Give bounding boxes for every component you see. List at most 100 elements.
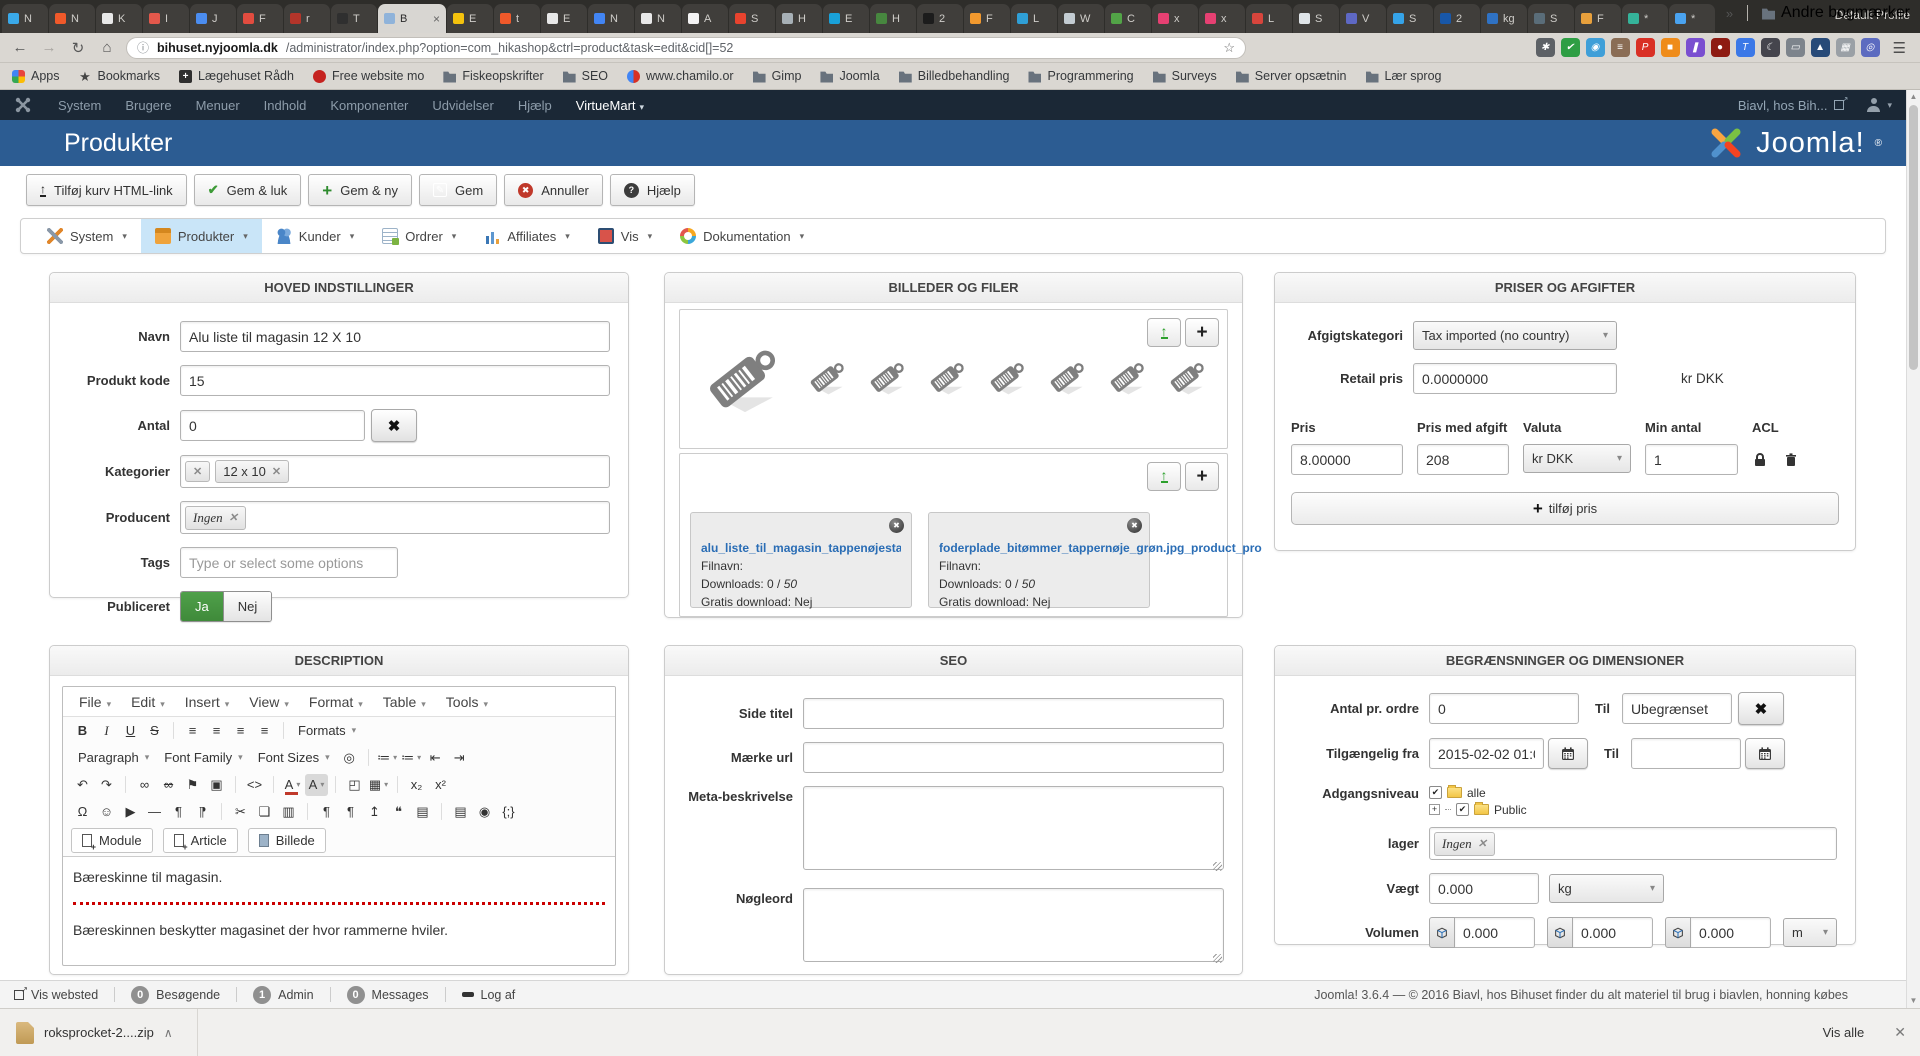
browser-tab[interactable]: N — [635, 4, 681, 33]
font-sizes-dropdown[interactable]: Font Sizes — [251, 747, 337, 769]
browser-tab[interactable]: B × — [378, 4, 446, 33]
admin-menu-virtuemart[interactable]: VirtueMart — [564, 98, 656, 113]
browser-tab[interactable]: C — [1105, 4, 1151, 33]
browser-tab[interactable]: T — [331, 4, 377, 33]
font-family-dropdown[interactable]: Font Family — [157, 747, 249, 769]
toolbar-separator[interactable] — [221, 803, 222, 820]
preview-icon[interactable]: ◉ — [473, 801, 496, 823]
tree-item-alle[interactable]: alle — [1429, 784, 1527, 801]
gear-icon[interactable]: ✱ — [1536, 38, 1555, 57]
browser-tab[interactable]: L — [1011, 4, 1057, 33]
ltr-icon[interactable]: ¶ — [167, 801, 190, 823]
outdent-icon[interactable]: ⇤ — [424, 747, 447, 769]
translate-icon[interactable]: T — [1736, 38, 1755, 57]
subscript-icon[interactable]: x₂ — [405, 774, 428, 796]
browser-tab[interactable]: S — [729, 4, 775, 33]
bookmark-item[interactable]: Server opsætnin — [1236, 69, 1347, 83]
browser-tab[interactable]: H — [870, 4, 916, 33]
superscript-icon[interactable]: x² — [429, 774, 452, 796]
page-info-icon[interactable]: ⓘ — [137, 39, 149, 56]
browser-tab[interactable]: F — [237, 4, 283, 33]
bookmark-item[interactable]: Bookmarks — [79, 69, 161, 83]
logout-link[interactable]: Log af — [462, 988, 516, 1002]
box-icon[interactable]: ■ — [1661, 38, 1680, 57]
tools-menu[interactable]: Tools — [436, 694, 498, 710]
browser-tab[interactable]: K — [96, 4, 142, 33]
browser-tab[interactable]: S — [1387, 4, 1433, 33]
browser-tab[interactable]: E — [541, 4, 587, 33]
bookmark-item[interactable]: Surveys — [1153, 69, 1217, 83]
numbered-list-icon[interactable]: ≔ — [400, 747, 423, 769]
resize-grip-icon[interactable] — [1213, 954, 1222, 963]
paragraph-mark2-icon[interactable]: ¶ — [339, 801, 362, 823]
bullet-list-icon[interactable]: ≔ — [376, 747, 399, 769]
add-cart-html-link-button[interactable]: Tilføj kurv HTML-link — [26, 174, 187, 206]
checkbox-checked[interactable] — [1456, 803, 1469, 816]
calendar-icon[interactable] — [1548, 738, 1588, 769]
retail-price-input[interactable] — [1413, 363, 1617, 394]
remove-file-icon[interactable] — [1127, 518, 1142, 533]
toolbar-separator[interactable] — [307, 803, 308, 820]
tags-input[interactable] — [180, 547, 398, 578]
volume-input[interactable] — [1691, 917, 1771, 948]
module-button[interactable]: Module — [71, 828, 153, 853]
blockquote-icon[interactable]: ❝ — [387, 801, 410, 823]
volume-unit-select[interactable]: m — [1783, 918, 1837, 947]
browser-tab[interactable]: t — [494, 4, 540, 33]
source-code-icon[interactable]: <> — [243, 774, 266, 796]
menu-documentation[interactable]: Dokumentation — [666, 219, 818, 253]
browser-tab[interactable]: S — [1528, 4, 1574, 33]
toolbar-separator[interactable] — [273, 776, 274, 793]
tree-item-public[interactable]: Public — [1429, 801, 1527, 818]
toolbar-separator[interactable] — [235, 776, 236, 793]
shield-icon[interactable]: ▲ — [1811, 38, 1830, 57]
product-image-thumbnail[interactable] — [925, 356, 972, 396]
eye-icon[interactable]: ◎ — [1861, 38, 1880, 57]
align-justify-icon[interactable]: ≡ — [253, 720, 276, 742]
image-icon[interactable]: ▣ — [205, 774, 228, 796]
record-icon[interactable]: ● — [1711, 38, 1730, 57]
calendar-icon[interactable] — [1745, 738, 1785, 769]
template-icon[interactable]: ▤ — [411, 801, 434, 823]
save-close-button[interactable]: Gem & luk — [194, 174, 302, 206]
admin-menu-item[interactable]: Menuer — [184, 98, 252, 113]
upload-icon[interactable]: ↥ — [363, 801, 386, 823]
paragraph-mark-icon[interactable]: ¶ — [315, 801, 338, 823]
media-icon[interactable]: ▶ — [119, 801, 142, 823]
browser-tab[interactable]: W — [1058, 4, 1104, 33]
product-code-input[interactable] — [180, 365, 610, 396]
indent-icon[interactable]: ⇥ — [448, 747, 471, 769]
pdf-icon[interactable]: P — [1636, 38, 1655, 57]
edit-menu[interactable]: Edit — [121, 694, 175, 710]
bookmark-item[interactable]: Free website mo — [313, 69, 424, 83]
browser-tab[interactable]: 2 — [917, 4, 963, 33]
check-icon[interactable]: ✔ — [1561, 38, 1580, 57]
meta-description-textarea[interactable] — [803, 786, 1224, 870]
align-left-icon[interactable]: ≡ — [181, 720, 204, 742]
home-icon[interactable]: ⌂ — [97, 39, 117, 56]
product-image-thumbnail[interactable] — [1045, 356, 1092, 396]
horizontal-rule-icon[interactable]: — — [143, 801, 166, 823]
bookmark-item[interactable]: Lægehuset Rådh — [179, 69, 294, 83]
forward-icon[interactable]: → — [39, 39, 59, 56]
quantity-input[interactable] — [180, 410, 365, 441]
scroll-up-icon[interactable] — [1907, 91, 1920, 103]
browser-tab[interactable]: J — [190, 4, 236, 33]
bookmark-item[interactable]: Apps — [12, 69, 60, 83]
page-title-input[interactable] — [803, 698, 1224, 729]
brand-url-input[interactable] — [803, 742, 1224, 773]
browser-tab[interactable]: N — [588, 4, 634, 33]
paragraph-dropdown[interactable]: Paragraph — [71, 747, 156, 769]
italic-icon[interactable]: I — [95, 720, 118, 742]
special-char-icon[interactable]: Ω — [71, 801, 94, 823]
file-menu[interactable]: File — [69, 694, 121, 710]
table-icon[interactable]: ▦ — [367, 774, 390, 796]
menu-products[interactable]: Produkter — [141, 219, 262, 253]
bookmark-item[interactable]: Gimp — [753, 69, 802, 83]
bookmark-item[interactable]: Fiskeopskrifter — [443, 69, 543, 83]
browser-tab[interactable]: L — [1246, 4, 1292, 33]
product-image-thumbnail[interactable] — [865, 356, 912, 396]
admin-menu-item[interactable]: Udvidelser — [420, 98, 505, 113]
visitors-status[interactable]: 0 Besøgende — [131, 986, 220, 1004]
menu-affiliates[interactable]: Affiliates — [470, 219, 583, 253]
